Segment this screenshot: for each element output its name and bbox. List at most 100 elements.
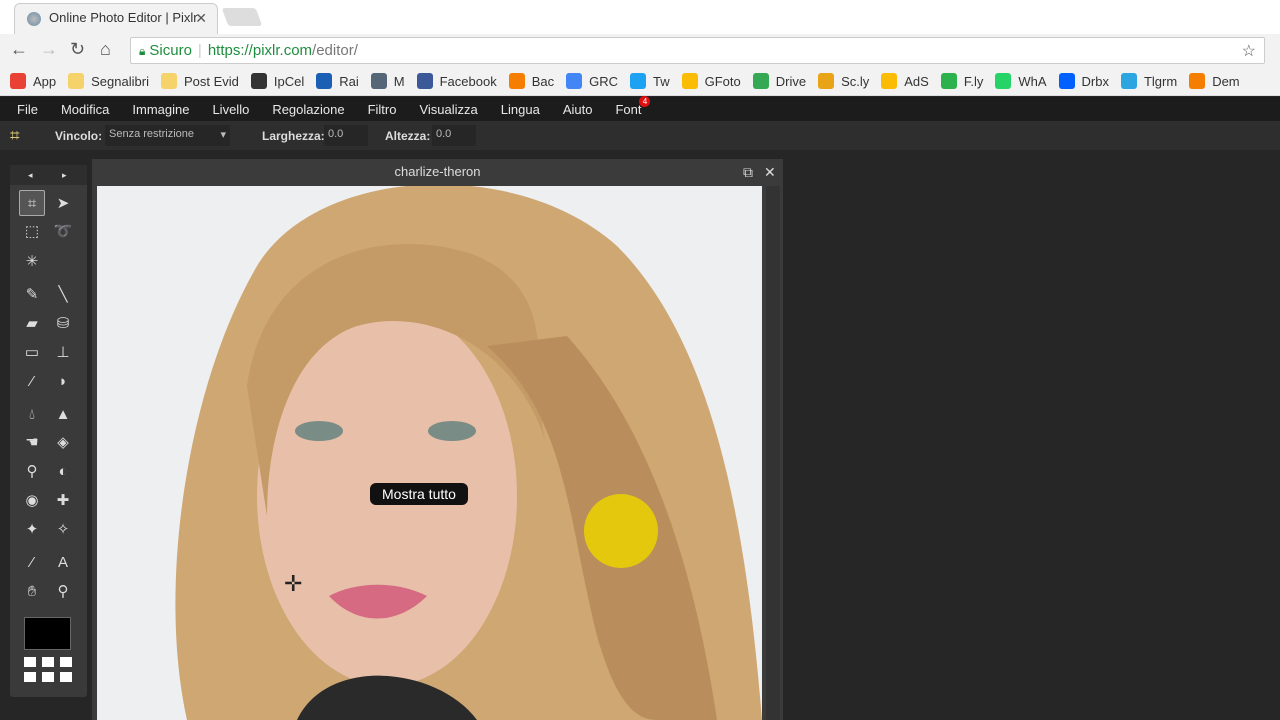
menu-visualizza[interactable]: Visualizza	[419, 102, 477, 117]
new-tab-button[interactable]	[221, 8, 263, 26]
menu-filtro[interactable]: Filtro	[368, 102, 397, 117]
bookmark-item[interactable]: Drbx	[1058, 73, 1109, 89]
menu-label: File	[17, 101, 38, 117]
bookmark-item[interactable]: WhA	[995, 73, 1047, 89]
blur-tool-icon[interactable]: 💧︎	[19, 401, 45, 427]
menu-label: Modifica	[60, 101, 110, 117]
menu-label: Filtro	[367, 101, 397, 117]
vertical-scrollbar[interactable]	[766, 186, 780, 720]
bookmark-label: App	[33, 73, 57, 89]
bookmark-item[interactable]: Rai	[316, 73, 359, 89]
bookmark-label: Facebook	[439, 73, 497, 89]
menu-file[interactable]: File	[17, 102, 38, 117]
pinch-tool-icon[interactable]: ✧	[50, 516, 76, 542]
menu-label: Font	[615, 101, 642, 117]
smudge-tool-icon[interactable]: ☚	[19, 429, 45, 455]
menu-immagine[interactable]: Immagine	[132, 102, 189, 117]
home-icon[interactable]: ⌂	[100, 39, 111, 60]
bookmark-item[interactable]: Drive	[752, 73, 806, 89]
bookmark-icon	[10, 73, 26, 89]
constraint-select[interactable]: Senza restrizione ▾	[105, 125, 230, 146]
bookmark-icon	[881, 73, 898, 89]
options-bar: ⌗ Vincolo: Senza restrizione ▾ Larghezza:…	[0, 121, 1280, 150]
collapse-left-icon[interactable]: ◂	[28, 170, 33, 181]
bookmark-label: GRC	[589, 73, 618, 89]
close-document-icon[interactable]: ✕	[764, 159, 776, 185]
menu-font[interactable]: Font 4	[615, 95, 651, 117]
shape-tool-icon[interactable]: ◗	[50, 368, 76, 394]
colorpicker-tool-icon[interactable]: ⁄	[19, 549, 45, 575]
bookmark-label: Rai	[339, 73, 359, 89]
color-grid-icon[interactable]	[24, 657, 72, 682]
picker-tool-icon[interactable]: ⁄	[19, 368, 45, 394]
bookmark-item[interactable]: GRC	[566, 73, 618, 89]
forward-icon[interactable]: →	[40, 39, 58, 60]
bookmark-icon	[250, 73, 267, 89]
chevron-down-icon: ▾	[220, 129, 226, 141]
wand-tool-icon[interactable]: ✳	[19, 248, 45, 274]
bookmark-icon	[68, 73, 85, 89]
menu-aiuto[interactable]: Aiuto	[563, 102, 593, 117]
bloat-tool-icon[interactable]: ✦	[19, 516, 45, 542]
dodge-tool-icon[interactable]: ⚲	[19, 458, 45, 484]
lock-icon: 🔒︎	[139, 44, 146, 58]
restore-icon[interactable]: ⧉	[743, 159, 753, 185]
width-input[interactable]: 0.0	[324, 125, 368, 146]
image-canvas[interactable]: ✛	[97, 186, 762, 720]
bookmark-icon	[160, 73, 177, 89]
marquee-tool-icon[interactable]: ⬚	[19, 218, 45, 244]
close-tab-icon[interactable]: ✕	[195, 10, 207, 27]
menu-modifica[interactable]: Modifica	[61, 102, 109, 117]
bookmark-item[interactable]: Tlgrm	[1120, 73, 1177, 89]
spot-heal-tool-icon[interactable]: ✚	[50, 487, 76, 513]
bookmark-item[interactable]: Dem	[1189, 73, 1240, 89]
hand-tool-icon[interactable]: ✋︎	[19, 578, 45, 604]
tooltip: Mostra tutto	[370, 483, 468, 505]
gradient-tool-icon[interactable]: ▭	[19, 339, 45, 365]
bookmark-item[interactable]: Bac	[508, 73, 554, 89]
brush-tool-icon[interactable]: ╲	[50, 281, 76, 307]
reload-icon[interactable]: ↻	[70, 39, 85, 60]
back-icon[interactable]: ←	[10, 39, 28, 60]
constraint-label: Vincolo:	[55, 129, 103, 143]
bookmark-star-icon[interactable]: ☆	[1242, 41, 1256, 61]
portrait-photo	[175, 186, 762, 720]
bookmark-item[interactable]: Tw	[630, 73, 670, 89]
menu-regolazione[interactable]: Regolazione	[272, 102, 344, 117]
menu-lingua[interactable]: Lingua	[501, 102, 540, 117]
bookmark-item[interactable]: IpCel	[250, 73, 304, 89]
bookmark-item[interactable]: App	[10, 73, 56, 89]
bookmark-label: Segnalibri	[91, 73, 149, 89]
burn-tool-icon[interactable]: ◐	[50, 458, 76, 484]
bucket-tool-icon[interactable]: ⛁	[50, 310, 76, 336]
crosshair-cursor-icon: ✛	[284, 571, 303, 596]
pencil-tool-icon[interactable]: ✎	[19, 281, 45, 307]
eraser-tool-icon[interactable]: ▰	[19, 310, 45, 336]
bookmark-icon	[370, 73, 387, 89]
bookmark-item[interactable]: M	[370, 73, 405, 89]
redeye-tool-icon[interactable]: ◉	[19, 487, 45, 513]
collapse-right-icon[interactable]: ▸	[62, 170, 67, 181]
browser-tab[interactable]: Online Photo Editor | Pixlr ✕	[14, 3, 218, 34]
bookmark-item[interactable]: Facebook	[416, 73, 497, 89]
zoom-tool-icon[interactable]: ⚲	[50, 578, 76, 604]
bookmark-item[interactable]: Segnalibri	[68, 73, 149, 89]
primary-color-swatch[interactable]	[24, 617, 71, 650]
bookmark-item[interactable]: Sc.ly	[818, 73, 869, 89]
bookmark-item[interactable]: AdS	[881, 73, 929, 89]
crop-tool-icon[interactable]: ⌗	[19, 190, 45, 216]
type-tool-icon[interactable]: A	[50, 549, 76, 575]
sharpen-tool-icon[interactable]: ▲	[50, 401, 76, 427]
height-input[interactable]: 0.0	[432, 125, 476, 146]
menu-label: Aiuto	[562, 101, 593, 117]
address-bar[interactable]: 🔒︎ Sicuro | https://pixlr.com/editor/ ☆	[130, 37, 1265, 64]
bookmark-item[interactable]: Post Evid	[160, 73, 239, 89]
bookmark-item[interactable]: F.ly	[940, 73, 983, 89]
menu-livello[interactable]: Livello	[212, 102, 249, 117]
move-tool-icon[interactable]: ➤	[50, 190, 76, 216]
lasso-tool-icon[interactable]: ➰	[50, 218, 76, 244]
bookmark-item[interactable]: GFoto	[681, 73, 741, 89]
sponge-tool-icon[interactable]: ◈	[50, 429, 76, 455]
stamp-tool-icon[interactable]: ⊥	[50, 339, 76, 365]
bookmark-icon	[508, 73, 525, 89]
